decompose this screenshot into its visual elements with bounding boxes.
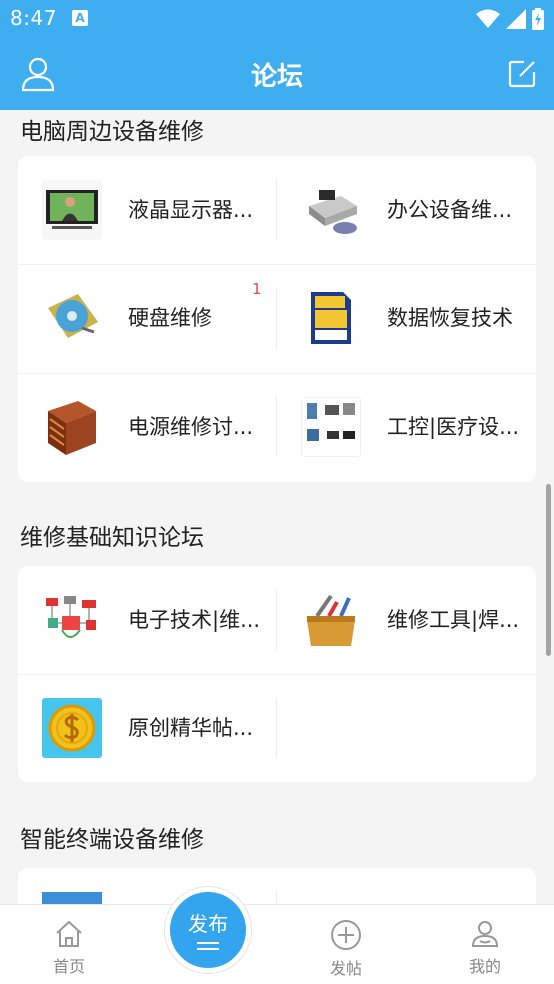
status-bar: 8:47 A — [0, 0, 554, 38]
publish-label: 发布 — [188, 912, 228, 936]
hard-disk-icon — [42, 288, 102, 348]
tab-home[interactable]: 首页 — [29, 919, 109, 977]
forum-item-label: 办公设备维... — [387, 198, 513, 222]
forum-item-data-recovery[interactable]: 数据恢复技术 — [277, 264, 536, 372]
tab-mine[interactable]: 我的 — [445, 919, 525, 977]
industrial-equipment-icon — [301, 397, 361, 457]
forum-item-power[interactable]: 电源维修讨... — [18, 373, 277, 481]
forum-item-electronics[interactable]: 电子技术|维... — [18, 566, 277, 674]
add-circle-icon — [331, 920, 361, 950]
status-time: 8:47 — [10, 6, 57, 30]
forum-item-industrial[interactable]: 工控|医疗设... — [277, 373, 536, 481]
forum-content[interactable]: 电脑周边设备维修 液晶显示器... 办公设备维... 硬盘维修 1 数据恢复技术… — [0, 110, 554, 904]
forum-card: 电子技术|维... 维修工具|焊... 原创精华帖... — [18, 566, 536, 782]
section-title: 智能终端设备维修 — [20, 827, 204, 853]
memory-card-icon — [301, 288, 361, 348]
app-header: 论坛 — [0, 38, 554, 110]
forum-item-label: 电子技术|维... — [128, 608, 261, 632]
forum-item-lcd[interactable]: 液晶显示器... — [18, 156, 277, 264]
scrollbar[interactable] — [546, 484, 551, 656]
wifi-icon — [476, 9, 500, 28]
page-title: 论坛 — [250, 62, 303, 92]
battery-icon — [532, 8, 544, 30]
forum-item-label: 数据恢复技术 — [387, 306, 513, 330]
section-title: 电脑周边设备维修 — [20, 119, 204, 145]
section-title: 维修基础知识论坛 — [20, 525, 204, 551]
toolbox-icon — [301, 590, 361, 650]
tab-label: 我的 — [468, 957, 501, 976]
forum-item-label: 工控|医疗设... — [387, 415, 520, 439]
forum-item-original[interactable]: 原创精华帖... — [18, 674, 277, 782]
forum-item-tools[interactable]: 维修工具|焊... — [277, 566, 536, 674]
publish-line-icon — [197, 942, 219, 944]
tab-label: 发帖 — [329, 959, 362, 978]
home-icon — [56, 920, 82, 947]
compose-icon[interactable] — [506, 58, 538, 90]
forum-item-label: 硬盘维修 — [128, 306, 212, 330]
system-icons — [476, 8, 544, 30]
forum-card: 液晶显示器... 办公设备维... 硬盘维修 1 数据恢复技术 电源维修讨...… — [18, 156, 536, 482]
forum-item-label: 液晶显示器... — [128, 198, 254, 222]
profile-icon — [471, 921, 499, 947]
publish-line-icon — [197, 948, 219, 950]
circuit-icon — [42, 590, 102, 650]
app-notification-icon: A — [72, 10, 88, 26]
forum-item-label: 电源维修讨... — [128, 415, 254, 439]
printer-icon — [301, 180, 361, 240]
power-supply-icon — [42, 397, 102, 457]
forum-item-label: 原创精华帖... — [128, 716, 254, 740]
gold-coin-icon — [42, 698, 102, 758]
forum-thumb-partial — [42, 892, 102, 904]
publish-button[interactable]: 发布 — [165, 887, 251, 973]
signal-icon — [506, 9, 526, 29]
tab-label: 首页 — [52, 957, 85, 976]
forum-card — [18, 868, 536, 904]
lcd-monitor-icon — [42, 180, 102, 240]
forum-item-harddisk[interactable]: 硬盘维修 1 — [18, 264, 277, 372]
unread-badge: 1 — [252, 280, 262, 298]
forum-item-label: 维修工具|焊... — [387, 608, 520, 632]
forum-item-office[interactable]: 办公设备维... — [277, 156, 536, 264]
bottom-tab-bar: 首页 发帖 我的 — [0, 904, 554, 984]
tab-post[interactable]: 发帖 — [306, 919, 386, 979]
